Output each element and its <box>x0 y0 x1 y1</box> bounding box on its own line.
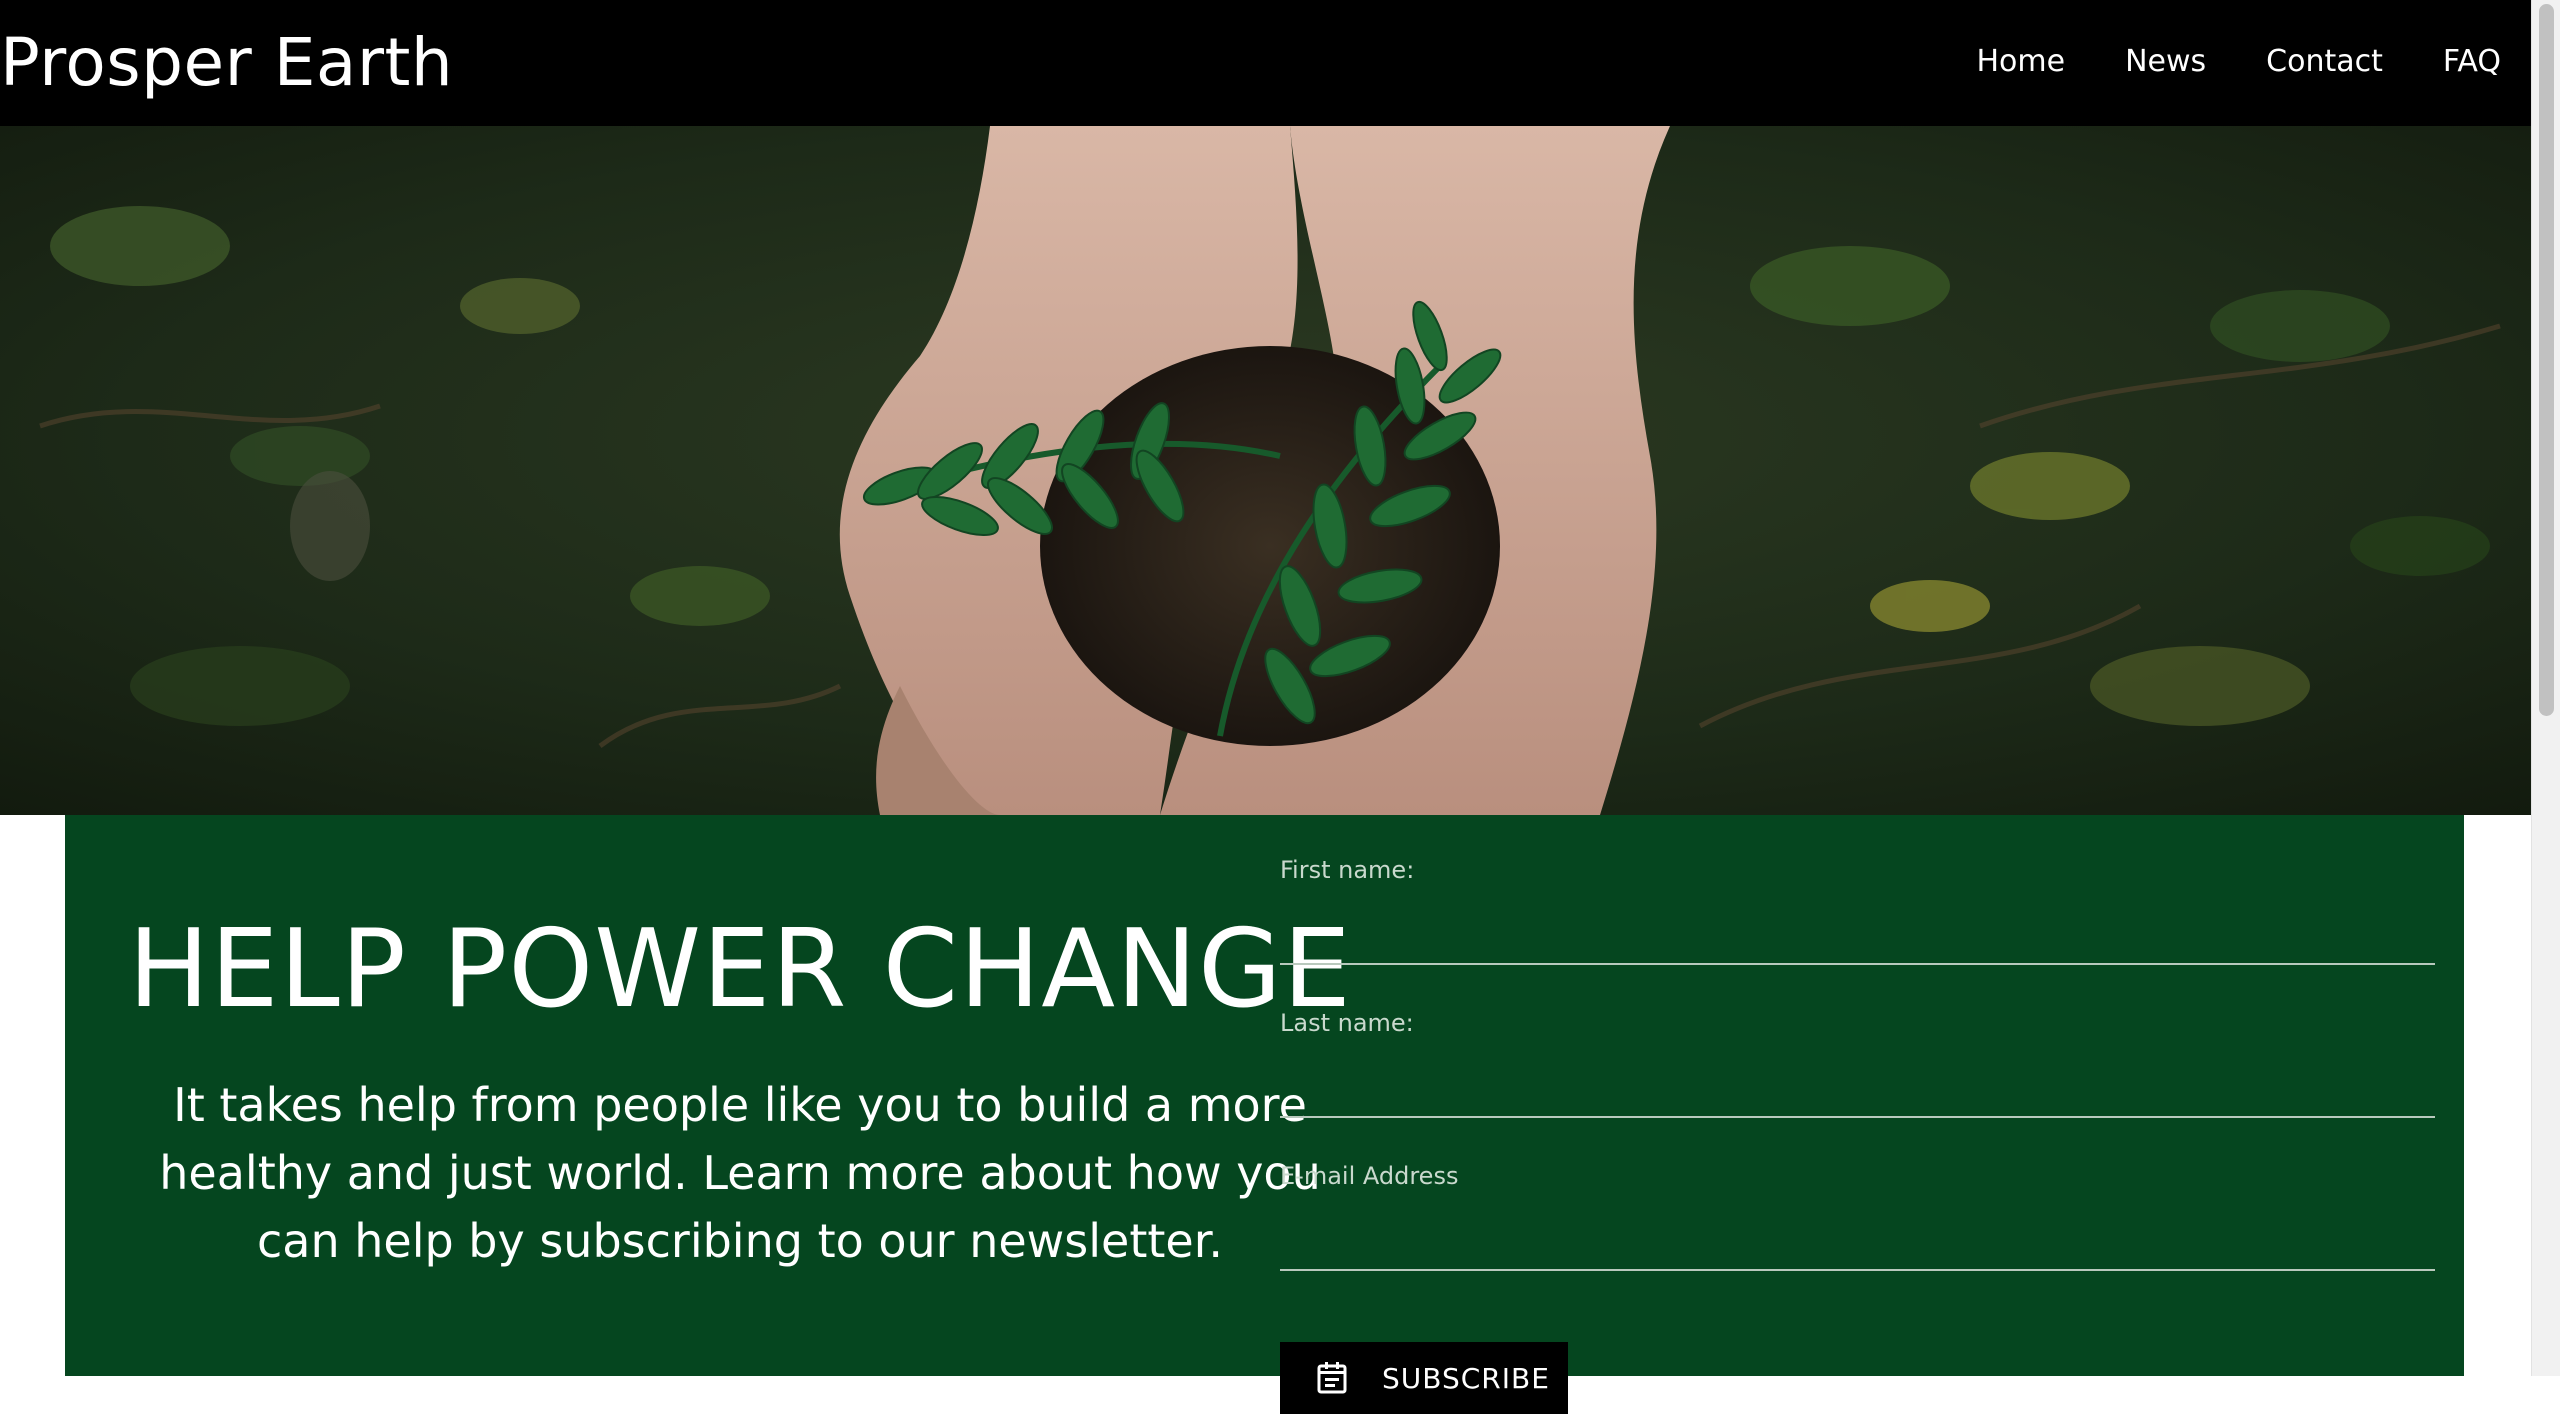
last-name-field-group: Last name: <box>1280 1006 2435 1159</box>
nav-link-home[interactable]: Home <box>1976 36 2065 88</box>
last-name-label: Last name: <box>1280 1009 1414 1037</box>
newsletter-signup-panel: HELP POWER CHANGE It takes help from peo… <box>65 815 2464 1414</box>
page-scrollbar[interactable] <box>2531 0 2560 1376</box>
email-input[interactable] <box>1280 1199 2435 1271</box>
subscribe-button[interactable]: SUBSCRIBE <box>1280 1342 1568 1414</box>
newsletter-form: First name: Last name: E-mail Address SU… <box>1280 853 2435 1414</box>
nav-link-contact[interactable]: Contact <box>2266 36 2383 88</box>
hero-image <box>0 126 2531 815</box>
brand-logo[interactable]: Prosper Earth <box>0 18 453 108</box>
scrollbar-thumb[interactable] <box>2539 4 2554 716</box>
calendar-note-icon <box>1316 1361 1348 1395</box>
last-name-input[interactable] <box>1280 1046 2435 1118</box>
first-name-label: First name: <box>1280 856 1415 884</box>
subscribe-button-label: SUBSCRIBE <box>1382 1361 1550 1395</box>
first-name-input[interactable] <box>1280 893 2435 965</box>
nav-link-faq[interactable]: FAQ <box>2443 36 2501 88</box>
nav-link-news[interactable]: News <box>2125 36 2206 88</box>
signup-headline: HELP POWER CHANGE <box>128 907 1352 1032</box>
top-navbar: Prosper Earth Home News Contact FAQ <box>0 0 2531 126</box>
first-name-field-group: First name: <box>1280 853 2435 1006</box>
nav-links: Home News Contact FAQ <box>1976 36 2501 88</box>
signup-text-block: HELP POWER CHANGE It takes help from peo… <box>105 905 1375 1275</box>
email-field-group: E-mail Address <box>1280 1159 2435 1312</box>
hands-holding-seedling-image <box>0 126 2531 815</box>
signup-description: It takes help from people like you to bu… <box>159 1078 1321 1268</box>
email-label: E-mail Address <box>1280 1162 1459 1190</box>
